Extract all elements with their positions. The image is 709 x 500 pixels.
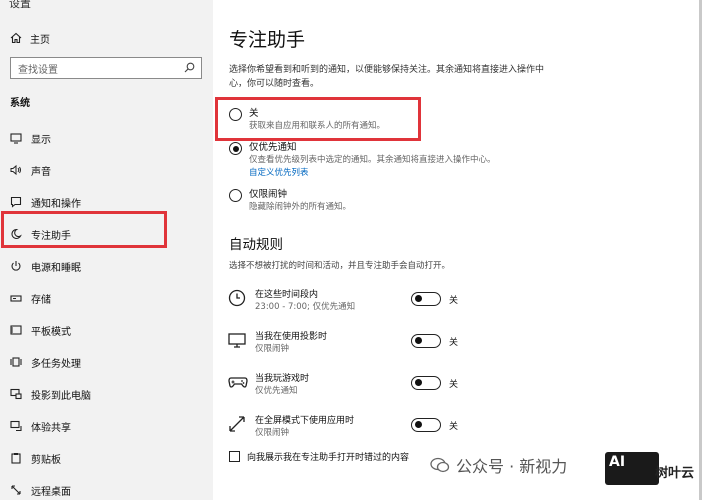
radio-alarms-only[interactable] (229, 189, 242, 202)
sidebar-item-label: 电源和睡眠 (31, 262, 81, 274)
wechat-icon (430, 457, 450, 473)
sidebar-item-power[interactable]: 电源和睡眠 (10, 257, 81, 275)
rule-title: 在全屏模式下使用应用时 (255, 416, 355, 426)
option-subtitle: 仅查看优先级列表中选定的通知。其余通知将直接进入操作中心。 (249, 155, 496, 165)
speaker-icon (10, 164, 21, 176)
rule-fullscreen[interactable]: 在全屏模式下使用应用时 仅限闹钟 关 (228, 413, 468, 449)
rule-toggle-state: 关 (449, 296, 459, 306)
rule-title: 当我在使用投影时 (255, 332, 328, 342)
show-missed-label: 向我展示我在专注助手打开时错过的内容 (247, 453, 410, 463)
monitor-icon (10, 133, 22, 144)
sidebar-item-label: 剪贴板 (31, 454, 61, 466)
sidebar-item-label: 显示 (31, 134, 51, 146)
show-missed-checkbox[interactable] (229, 451, 240, 462)
rule-toggle[interactable] (411, 376, 441, 390)
sidebar: 设置 主页 查找设置 系统 显示 声音 通知和操作 专注助手 电源和睡眠 存储 … (0, 0, 213, 500)
window-title: 设置 (9, 0, 31, 10)
rule-title: 当我玩游戏时 (255, 374, 310, 384)
rule-projecting[interactable]: 当我在使用投影时 仅限闹钟 关 (228, 329, 468, 365)
nav-home-label: 主页 (30, 34, 50, 46)
tablet-icon (10, 325, 22, 335)
sidebar-item-storage[interactable]: 存储 (10, 289, 51, 307)
show-missed-checkbox-row[interactable]: 向我展示我在专注助手打开时错过的内容 (229, 450, 409, 463)
rule-subtitle: 仅优先通知 (255, 386, 298, 396)
option-priority-only[interactable]: 仅优先通知 仅查看优先级列表中选定的通知。其余通知将直接进入操作中心。 自定义优… (229, 141, 496, 180)
search-input[interactable]: 查找设置 (10, 57, 202, 79)
rule-subtitle: 仅限闹钟 (255, 428, 290, 438)
sidebar-item-label: 平板模式 (31, 326, 71, 338)
sidebar-item-project[interactable]: 投影到此电脑 (10, 385, 91, 403)
radio-priority-only[interactable] (229, 142, 242, 155)
watermark-logo-text: AI (609, 454, 626, 470)
option-alarms-only[interactable]: 仅限闹钟 隐藏除闹钟外的所有通知。 (229, 188, 351, 214)
sidebar-item-label: 远程桌面 (31, 486, 71, 498)
sidebar-item-share[interactable]: 体验共享 (10, 417, 71, 435)
notification-icon (10, 196, 22, 208)
clipboard-icon (11, 453, 21, 464)
main-content: 专注助手 选择你希望看到和听到的通知，以便能够保持关注。其余通知将直接进入操作中… (213, 0, 709, 500)
auto-rules-title: 自动规则 (229, 237, 283, 253)
sidebar-item-multitasking[interactable]: 多任务处理 (10, 353, 81, 371)
multitask-icon (10, 357, 22, 367)
rule-toggle-state: 关 (449, 422, 459, 432)
clock-icon (228, 289, 246, 307)
storage-icon (10, 295, 22, 302)
rule-title: 在这些时间段内 (255, 290, 319, 300)
sidebar-item-label: 通知和操作 (31, 198, 81, 210)
watermark-brand: 树叶云 (655, 466, 695, 481)
sidebar-item-label: 多任务处理 (31, 358, 81, 370)
sidebar-item-label: 投影到此电脑 (31, 390, 91, 402)
page-title: 专注助手 (229, 29, 306, 51)
sidebar-item-tablet[interactable]: 平板模式 (10, 321, 71, 339)
fullscreen-icon (229, 416, 245, 432)
sidebar-item-clipboard[interactable]: 剪贴板 (10, 449, 61, 467)
customize-priority-list-link[interactable]: 自定义优先列表 (249, 167, 496, 180)
auto-rules-description: 选择不想被打扰的时间和活动，并且专注助手会自动打开。 (229, 261, 451, 271)
watermark: 公众号 · 新视力 (430, 453, 567, 477)
section-label-system: 系统 (10, 98, 30, 109)
sidebar-item-notifications[interactable]: 通知和操作 (10, 193, 81, 211)
rule-during-time[interactable]: 在这些时间段内 23:00 - 7:00; 仅优先通知 关 (228, 287, 468, 323)
rule-gaming[interactable]: 当我玩游戏时 仅优先通知 关 (228, 371, 468, 407)
nav-home[interactable]: 主页 (10, 29, 50, 47)
scrollbar[interactable] (699, 0, 702, 500)
remote-icon (11, 485, 21, 495)
option-subtitle: 隐藏除闹钟外的所有通知。 (249, 202, 352, 212)
search-icon (184, 62, 195, 73)
rule-subtitle: 23:00 - 7:00; 仅优先通知 (255, 302, 356, 312)
highlight-box-main (215, 97, 421, 141)
rule-toggle[interactable] (411, 292, 441, 306)
project-icon (10, 388, 22, 400)
sidebar-item-label: 存储 (31, 294, 51, 306)
highlight-box-sidebar (1, 211, 167, 248)
option-title: 仅优先通知 (249, 142, 297, 153)
share-icon (10, 420, 22, 432)
rule-toggle-state: 关 (449, 380, 459, 390)
sidebar-item-sound[interactable]: 声音 (10, 161, 51, 179)
sidebar-item-remote-desktop[interactable]: 远程桌面 (10, 481, 71, 499)
home-icon (10, 32, 22, 44)
sidebar-item-label: 声音 (31, 166, 51, 178)
option-title: 仅限闹钟 (249, 189, 288, 200)
watermark-logo: AI (605, 452, 659, 485)
page-description: 选择你希望看到和听到的通知，以便能够保持关注。其余通知将直接进入操作中心，你可以… (229, 65, 545, 89)
gamepad-icon (228, 377, 248, 388)
rule-toggle[interactable] (411, 418, 441, 432)
power-icon (11, 261, 21, 271)
search-placeholder: 查找设置 (18, 64, 58, 76)
rule-toggle[interactable] (411, 334, 441, 348)
sidebar-item-label: 体验共享 (31, 422, 71, 434)
watermark-text: 公众号 · 新视力 (456, 457, 568, 476)
rule-subtitle: 仅限闹钟 (255, 344, 290, 354)
sidebar-item-display[interactable]: 显示 (10, 129, 51, 147)
projector-icon (228, 333, 246, 348)
rule-toggle-state: 关 (449, 338, 459, 348)
